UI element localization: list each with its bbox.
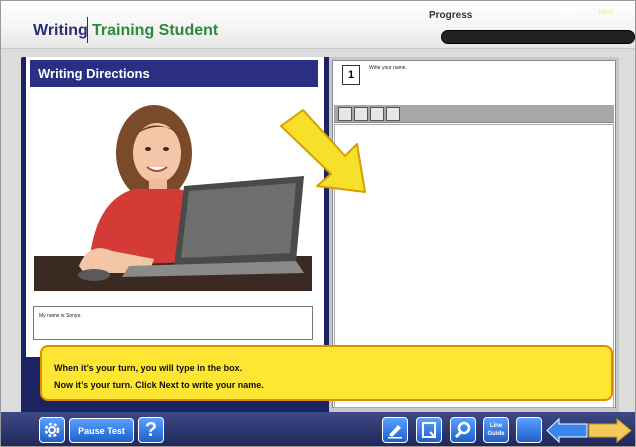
student-name: Training Student bbox=[92, 22, 219, 39]
notepad-button[interactable] bbox=[416, 417, 442, 443]
callout-line-2: Now it’s your turn. Click Next to write … bbox=[54, 380, 264, 390]
title-divider bbox=[87, 17, 88, 43]
question-number: 1 bbox=[342, 65, 360, 85]
notepad-icon bbox=[422, 422, 436, 438]
next-label: Next bbox=[598, 9, 614, 16]
question-text: Write your name. bbox=[369, 65, 407, 71]
undo-icon[interactable] bbox=[386, 107, 400, 121]
back-label: Back bbox=[561, 9, 579, 16]
magnifier-button[interactable] bbox=[450, 417, 476, 443]
instruction-callout: When it’s your turn, you will type in th… bbox=[40, 345, 613, 401]
line-guide-label-2: Guide bbox=[487, 431, 505, 437]
girl-laptop-photo bbox=[34, 91, 312, 291]
next-button[interactable] bbox=[588, 418, 632, 443]
directions-header: Writing Directions bbox=[30, 60, 318, 87]
pencil-icon bbox=[388, 425, 402, 439]
settings-button[interactable] bbox=[39, 417, 65, 443]
test-window: Writing Training Student Progress Writin… bbox=[0, 0, 636, 447]
magnifier-icon bbox=[454, 421, 471, 439]
sample-answer-box: My name is Sonya. bbox=[33, 306, 313, 340]
line-guide-button[interactable]: Line Guide bbox=[483, 417, 509, 443]
blank-tool-button[interactable] bbox=[516, 417, 542, 443]
line-guide-label-1: Line bbox=[489, 423, 503, 429]
editor-toolbar bbox=[334, 105, 614, 123]
pause-test-button[interactable]: Pause Test bbox=[69, 418, 134, 443]
settings-icon bbox=[44, 422, 60, 438]
subject-title: Writing bbox=[33, 22, 88, 39]
back-button[interactable] bbox=[546, 418, 588, 443]
help-button[interactable]: ? bbox=[138, 417, 164, 443]
highlighter-button[interactable] bbox=[382, 417, 408, 443]
callout-line-1: When it’s your turn, you will type in th… bbox=[54, 363, 243, 373]
progress-label: Progress bbox=[429, 10, 473, 21]
pointer-arrow-icon bbox=[280, 109, 366, 193]
